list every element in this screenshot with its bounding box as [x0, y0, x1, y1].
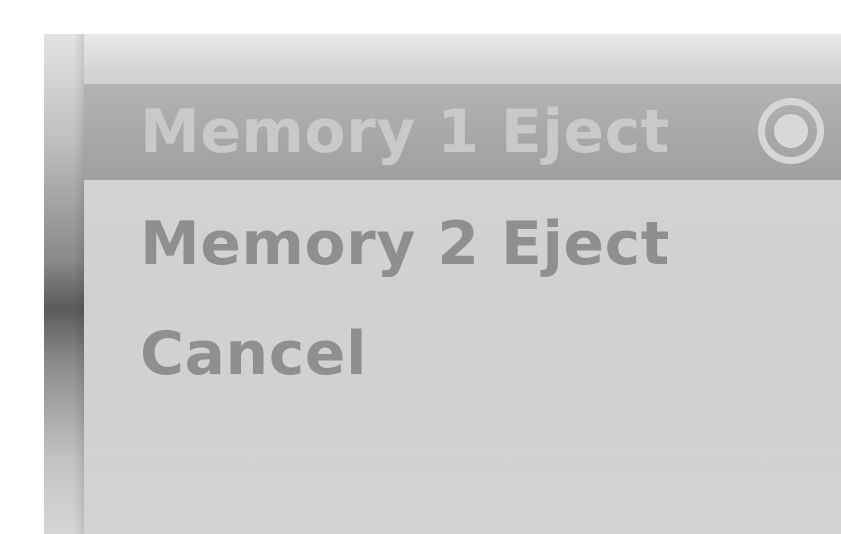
- radio-selected-icon: [758, 98, 824, 164]
- radio-dot: [774, 114, 808, 148]
- menu-left-bevel: [44, 34, 84, 534]
- menu-bottom-glow: [84, 410, 841, 534]
- menu-item-memory-1-eject[interactable]: Memory 1 Eject: [84, 84, 841, 180]
- menu-item-label: Memory 1 Eject: [140, 97, 670, 167]
- menu-top-bevel: [84, 34, 841, 68]
- menu-item-label: Memory 2 Eject: [140, 209, 670, 279]
- menu-item-memory-2-eject[interactable]: Memory 2 Eject: [84, 196, 841, 292]
- menu-item-label: Cancel: [140, 319, 368, 389]
- menu-item-cancel[interactable]: Cancel: [84, 306, 841, 402]
